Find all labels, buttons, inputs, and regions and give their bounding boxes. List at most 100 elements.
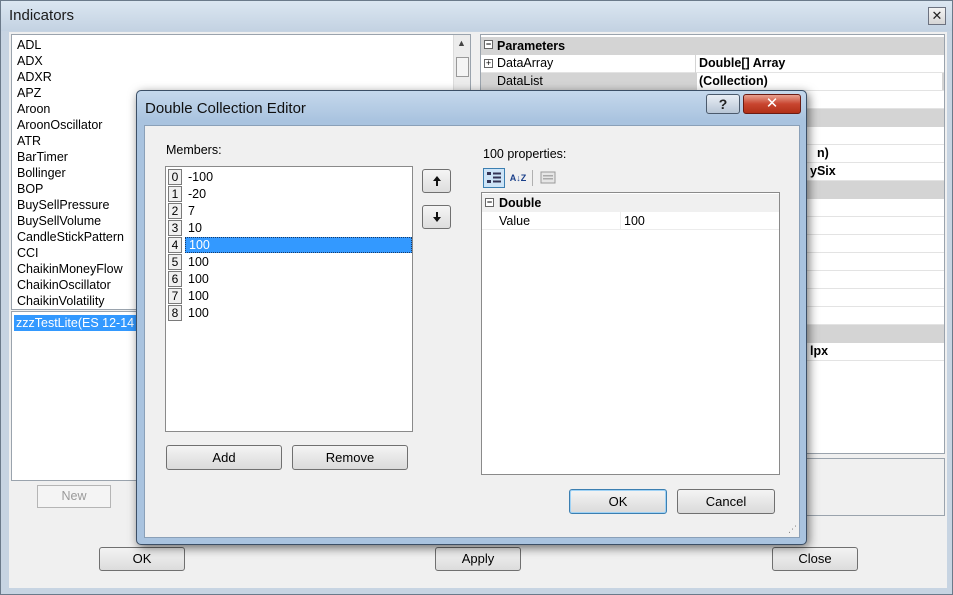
indicator-item[interactable]: BOP [17,181,43,197]
member-row[interactable]: 6 100 [168,271,412,288]
collection-editor-dialog: Double Collection Editor ? ✕ Members: 0 … [136,90,807,545]
member-index: 7 [168,288,182,304]
property-value-partial: ySix [810,164,836,178]
member-row[interactable]: 0 -100 [168,169,412,186]
indicators-title: Indicators [9,7,75,24]
member-index: 0 [168,169,182,185]
resize-grip-icon[interactable]: ⋰ [788,524,797,535]
member-value: 100 [185,237,412,253]
member-value: 100 [188,289,209,303]
property-pages-button[interactable] [537,168,559,188]
member-index: 4 [168,237,182,253]
indicators-close-button[interactable]: ✕ [928,7,946,25]
scroll-up-arrow-icon[interactable]: ▲ [457,38,466,48]
properties-label: 100 properties: [483,147,567,161]
property-value-partial: n) [817,146,829,160]
applied-indicator-item[interactable]: zzzTestLite(ES 12-14 [14,315,144,331]
close-icon: ✕ [765,95,779,112]
indicator-item[interactable]: ATR [17,133,41,149]
arrow-up-icon [432,176,441,186]
property-value: (Collection) [697,73,942,90]
member-row[interactable]: 3 10 [168,220,412,237]
property-row-value[interactable]: Value 100 [482,212,779,230]
indicator-item[interactable]: BarTimer [17,149,68,165]
collection-editor-title: Double Collection Editor [145,100,306,117]
indicator-item[interactable]: BuySellPressure [17,197,109,213]
move-down-button[interactable] [422,205,451,229]
collapse-icon[interactable]: − [484,40,493,49]
indicator-item[interactable]: ChaikinVolatility [17,293,105,309]
property-value[interactable]: 100 [624,212,645,230]
help-button[interactable]: ? [706,94,740,114]
indicator-item[interactable]: AroonOscillator [17,117,102,133]
categorized-button[interactable] [483,168,505,188]
member-index: 1 [168,186,182,202]
column-divider [620,212,621,230]
indicator-item[interactable]: Aroon [17,101,50,117]
member-row[interactable]: 8 100 [168,305,412,322]
property-row-dataarray[interactable]: + DataArray Double[] Array [481,55,944,73]
member-property-grid[interactable]: − Double Value 100 [481,192,780,475]
indicator-item[interactable]: ChaikinOscillator [17,277,111,293]
category-label: Parameters [497,39,566,53]
dialog-ok-button[interactable]: OK [569,489,667,514]
member-value: 100 [188,272,209,286]
property-name: DataArray [497,56,554,70]
apply-button[interactable]: Apply [435,547,521,571]
member-row[interactable]: 2 7 [168,203,412,220]
indicator-item[interactable]: Bollinger [17,165,66,181]
indicators-titlebar: Indicators ✕ [1,1,952,31]
member-index: 5 [168,254,182,270]
member-value: 10 [188,221,202,235]
dialog-cancel-button[interactable]: Cancel [677,489,775,514]
member-value: 7 [188,204,195,218]
indicator-item[interactable]: BuySellVolume [17,213,101,229]
close-icon: ✕ [931,8,943,23]
indicator-item[interactable]: CCI [17,245,39,261]
member-row-selected[interactable]: 4 100 [168,237,412,254]
ok-button[interactable]: OK [99,547,185,571]
member-value: 100 [188,255,209,269]
member-index: 6 [168,271,182,287]
sort-az-icon: A↓Z [509,173,527,183]
members-label: Members: [166,143,222,157]
indicator-item[interactable]: ADXR [17,69,52,85]
member-row[interactable]: 5 100 [168,254,412,271]
move-up-button[interactable] [422,169,451,193]
property-value-partial: lpx [810,344,829,358]
close-button[interactable]: Close [772,547,858,571]
collection-editor-titlebar: Double Collection Editor ? ✕ [137,91,806,121]
member-row[interactable]: 1 -20 [168,186,412,203]
new-button[interactable]: New [37,485,111,508]
members-list[interactable]: 0 -100 1 -20 2 7 3 10 4 100 5 100 6 100 … [165,166,413,432]
property-name: DataList [497,74,543,88]
indicator-item[interactable]: ChaikinMoneyFlow [17,261,123,277]
member-value: -100 [188,170,214,184]
help-icon: ? [718,96,728,112]
property-category-parameters[interactable]: − Parameters [481,37,944,55]
property-row-datalist[interactable]: DataList (Collection) [481,73,944,91]
member-index: 2 [168,203,182,219]
indicator-item[interactable]: CandleStickPattern [17,229,124,245]
indicator-item[interactable]: ADX [17,53,43,69]
member-index: 8 [168,305,182,321]
arrow-down-icon [432,212,441,222]
indicator-item[interactable]: APZ [17,85,41,101]
indicator-item[interactable]: ADL [17,37,41,53]
add-button[interactable]: Add [166,445,282,470]
dialog-close-button[interactable]: ✕ [743,94,801,114]
property-category-double[interactable]: − Double [482,194,779,212]
toolbar-separator [532,170,533,186]
collection-editor-client-area: Members: 0 -100 1 -20 2 7 3 10 4 100 5 1… [144,125,800,538]
member-index: 3 [168,220,182,236]
column-divider [695,55,696,73]
member-row[interactable]: 7 100 [168,288,412,305]
alphabetical-button[interactable]: A↓Z [507,168,529,188]
remove-button[interactable]: Remove [292,445,408,470]
property-name: Value [499,214,531,228]
scrollbar-thumb[interactable] [456,57,469,77]
collapse-icon[interactable]: − [485,198,494,207]
expand-icon[interactable]: + [484,59,493,68]
categorized-icon [487,172,501,183]
member-value: 100 [188,306,209,320]
